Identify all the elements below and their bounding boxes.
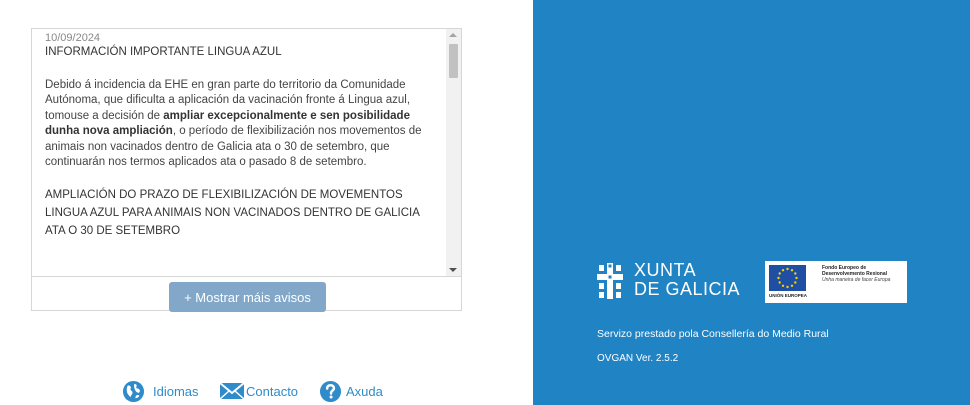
xunta-line1: XUNTA [634, 260, 697, 280]
contact-link[interactable]: Contacto [219, 379, 298, 403]
notice-scroll-area[interactable]: 10/09/2024 INFORMACIÓN IMPORTANTE LINGUA… [32, 29, 461, 277]
contact-label: Contacto [246, 383, 299, 399]
languages-link[interactable]: Idiomas [122, 379, 199, 403]
eu-fund-line3: Unha maneira de facer Europa [822, 277, 891, 283]
notice-paragraph: Debido á incidencia da EHE en gran parte… [45, 78, 433, 171]
eu-fund-text: Fondo Europeo de Desenvolvemento Rexiona… [822, 265, 890, 283]
globe-icon [122, 380, 145, 402]
envelope-icon [219, 382, 245, 400]
notice-content: 10/09/2024 INFORMACIÓN IMPORTANTE LINGUA… [32, 29, 461, 240]
notice-date: 10/09/2024 [45, 32, 101, 44]
xunta-logo: XUNTA DE GALICIA [596, 261, 746, 302]
version-text: OVGAN Ver. 2.5.2 [597, 353, 679, 364]
help-icon [319, 380, 342, 402]
show-more-notices-button[interactable]: + Mostrar máis avisos [169, 282, 326, 312]
eu-stars-icon [777, 267, 798, 289]
xunta-line2: DE GALICIA [634, 279, 741, 299]
eu-feder-logo: UNIÓN EUROPEA Fondo Europeo de Desenvolv… [765, 261, 907, 303]
xunta-wordmark: XUNTA DE GALICIA [634, 261, 740, 299]
xunta-emblem-icon [597, 263, 623, 299]
scrollbar-thumb[interactable] [449, 44, 458, 78]
languages-label: Idiomas [153, 383, 199, 399]
help-label: Axuda [346, 383, 383, 399]
eu-flag-icon [769, 265, 806, 291]
notice-scrollbar[interactable] [446, 29, 461, 276]
help-link[interactable]: Axuda [319, 379, 383, 403]
service-text: Servizo prestado pola Consellería do Med… [597, 328, 829, 340]
scroll-up-arrow-icon[interactable] [449, 33, 457, 37]
scroll-down-arrow-icon[interactable] [449, 268, 457, 272]
left-pane: 10/09/2024 INFORMACIÓN IMPORTANTE LINGUA… [0, 0, 533, 405]
notice-second-title: AMPLIACIÓN DO PRAZO DE FLEXIBILIZACIÓN D… [45, 188, 420, 237]
brand-panel: XUNTA DE GALICIA UNIÓN EUROPEA Fondo Eur… [533, 0, 970, 405]
notice-title: INFORMACIÓN IMPORTANTE LINGUA AZUL [45, 46, 282, 58]
eu-caption: UNIÓN EUROPEA [769, 293, 808, 298]
notice-panel: 10/09/2024 INFORMACIÓN IMPORTANTE LINGUA… [31, 28, 462, 312]
